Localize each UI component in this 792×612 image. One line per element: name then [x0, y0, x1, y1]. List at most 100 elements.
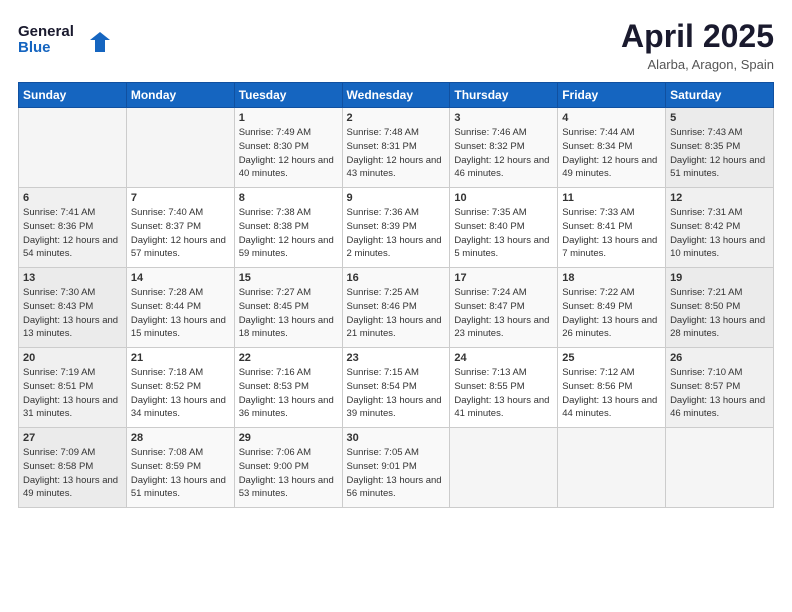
day-info: Sunrise: 7:18 AM Sunset: 8:52 PM Dayligh…: [131, 366, 230, 421]
day-info: Sunrise: 7:38 AM Sunset: 8:38 PM Dayligh…: [239, 206, 338, 261]
day-info: Sunrise: 7:31 AM Sunset: 8:42 PM Dayligh…: [670, 206, 769, 261]
title-block: April 2025 Alarba, Aragon, Spain: [621, 18, 774, 72]
page-title: April 2025: [621, 18, 774, 55]
calendar-cell: 3 Sunrise: 7:46 AM Sunset: 8:32 PM Daylig…: [450, 108, 558, 188]
col-tuesday: Tuesday: [234, 83, 342, 108]
calendar-cell: 28 Sunrise: 7:08 AM Sunset: 8:59 PM Dayli…: [126, 428, 234, 508]
page: General Blue April 2025 Alarba, Aragon, …: [0, 0, 792, 612]
day-info: Sunrise: 7:22 AM Sunset: 8:49 PM Dayligh…: [562, 286, 661, 341]
day-info: Sunrise: 7:40 AM Sunset: 8:37 PM Dayligh…: [131, 206, 230, 261]
calendar-week-1: 1 Sunrise: 7:49 AM Sunset: 8:30 PM Daylig…: [19, 108, 774, 188]
day-info: Sunrise: 7:48 AM Sunset: 8:31 PM Dayligh…: [347, 126, 446, 181]
day-info: Sunrise: 7:49 AM Sunset: 8:30 PM Dayligh…: [239, 126, 338, 181]
calendar-week-3: 13 Sunrise: 7:30 AM Sunset: 8:43 PM Dayli…: [19, 268, 774, 348]
day-number: 1: [239, 112, 338, 124]
calendar-week-2: 6 Sunrise: 7:41 AM Sunset: 8:36 PM Daylig…: [19, 188, 774, 268]
calendar-cell: 13 Sunrise: 7:30 AM Sunset: 8:43 PM Dayli…: [19, 268, 127, 348]
day-number: 17: [454, 272, 553, 284]
svg-text:General: General: [18, 23, 74, 40]
logo: General Blue: [18, 18, 118, 65]
calendar-cell: 7 Sunrise: 7:40 AM Sunset: 8:37 PM Daylig…: [126, 188, 234, 268]
calendar-cell: 10Sunrise: 7:35 AM Sunset: 8:40 PM Dayli…: [450, 188, 558, 268]
day-info: Sunrise: 7:21 AM Sunset: 8:50 PM Dayligh…: [670, 286, 769, 341]
calendar-cell: 26 Sunrise: 7:10 AM Sunset: 8:57 PM Dayli…: [666, 348, 774, 428]
day-info: Sunrise: 7:28 AM Sunset: 8:44 PM Dayligh…: [131, 286, 230, 341]
calendar-cell: 9Sunrise: 7:36 AM Sunset: 8:39 PM Daylig…: [342, 188, 450, 268]
calendar-cell: 23Sunrise: 7:15 AM Sunset: 8:54 PM Dayli…: [342, 348, 450, 428]
col-thursday: Thursday: [450, 83, 558, 108]
day-number: 3: [454, 112, 553, 124]
day-info: Sunrise: 7:43 AM Sunset: 8:35 PM Dayligh…: [670, 126, 769, 181]
day-number: 21: [131, 352, 230, 364]
calendar: Sunday Monday Tuesday Wednesday Thursday…: [18, 82, 774, 508]
calendar-cell: 16 Sunrise: 7:25 AM Sunset: 8:46 PM Dayli…: [342, 268, 450, 348]
day-info: Sunrise: 7:13 AM Sunset: 8:55 PM Dayligh…: [454, 366, 553, 421]
col-monday: Monday: [126, 83, 234, 108]
calendar-cell: 18 Sunrise: 7:22 AM Sunset: 8:49 PM Dayli…: [558, 268, 666, 348]
calendar-cell: 5 Sunrise: 7:43 AM Sunset: 8:35 PM Daylig…: [666, 108, 774, 188]
day-number: 5: [670, 112, 769, 124]
day-info: Sunrise: 7:30 AM Sunset: 8:43 PM Dayligh…: [23, 286, 122, 341]
day-info: Sunrise: 7:27 AM Sunset: 8:45 PM Dayligh…: [239, 286, 338, 341]
calendar-cell: 12 Sunrise: 7:31 AM Sunset: 8:42 PM Dayli…: [666, 188, 774, 268]
day-info: Sunrise: 7:08 AM Sunset: 8:59 PM Dayligh…: [131, 446, 230, 501]
day-info: Sunrise: 7:12 AM Sunset: 8:56 PM Dayligh…: [562, 366, 661, 421]
day-number: 16: [347, 272, 446, 284]
day-info: Sunrise: 7:16 AM Sunset: 8:53 PM Dayligh…: [239, 366, 338, 421]
calendar-week-4: 20 Sunrise: 7:19 AM Sunset: 8:51 PM Dayli…: [19, 348, 774, 428]
calendar-cell: 8 Sunrise: 7:38 AM Sunset: 8:38 PM Daylig…: [234, 188, 342, 268]
day-info: Sunrise: 7:33 AM Sunset: 8:41 PM Dayligh…: [562, 206, 661, 261]
calendar-cell: 1 Sunrise: 7:49 AM Sunset: 8:30 PM Daylig…: [234, 108, 342, 188]
day-info: Sunrise: 7:41 AM Sunset: 8:36 PM Dayligh…: [23, 206, 122, 261]
logo-icon: General Blue: [18, 18, 118, 60]
day-number: 11: [562, 192, 661, 204]
day-info: Sunrise: 7:05 AM Sunset: 9:01 PM Dayligh…: [347, 446, 446, 501]
header: General Blue April 2025 Alarba, Aragon, …: [18, 18, 774, 72]
calendar-cell: 24 Sunrise: 7:13 AM Sunset: 8:55 PM Dayli…: [450, 348, 558, 428]
day-number: 15: [239, 272, 338, 284]
day-number: 26: [670, 352, 769, 364]
day-info: Sunrise: 7:44 AM Sunset: 8:34 PM Dayligh…: [562, 126, 661, 181]
calendar-week-5: 27 Sunrise: 7:09 AM Sunset: 8:58 PM Dayli…: [19, 428, 774, 508]
calendar-cell: 30 Sunrise: 7:05 AM Sunset: 9:01 PM Dayli…: [342, 428, 450, 508]
calendar-cell: 22Sunrise: 7:16 AM Sunset: 8:53 PM Dayli…: [234, 348, 342, 428]
day-number: 10: [454, 192, 553, 204]
calendar-cell: 11 Sunrise: 7:33 AM Sunset: 8:41 PM Dayli…: [558, 188, 666, 268]
calendar-cell: [450, 428, 558, 508]
day-number: 18: [562, 272, 661, 284]
calendar-cell: 14 Sunrise: 7:28 AM Sunset: 8:44 PM Dayli…: [126, 268, 234, 348]
day-number: 12: [670, 192, 769, 204]
day-number: 28: [131, 432, 230, 444]
day-number: 7: [131, 192, 230, 204]
calendar-cell: [666, 428, 774, 508]
day-number: 27: [23, 432, 122, 444]
day-info: Sunrise: 7:19 AM Sunset: 8:51 PM Dayligh…: [23, 366, 122, 421]
day-number: 2: [347, 112, 446, 124]
day-number: 24: [454, 352, 553, 364]
logo-text: General Blue: [18, 18, 118, 65]
day-info: Sunrise: 7:09 AM Sunset: 8:58 PM Dayligh…: [23, 446, 122, 501]
day-info: Sunrise: 7:46 AM Sunset: 8:32 PM Dayligh…: [454, 126, 553, 181]
calendar-cell: 20 Sunrise: 7:19 AM Sunset: 8:51 PM Dayli…: [19, 348, 127, 428]
calendar-cell: [126, 108, 234, 188]
day-info: Sunrise: 7:15 AM Sunset: 8:54 PM Dayligh…: [347, 366, 446, 421]
calendar-cell: 17Sunrise: 7:24 AM Sunset: 8:47 PM Dayli…: [450, 268, 558, 348]
calendar-header-row: Sunday Monday Tuesday Wednesday Thursday…: [19, 83, 774, 108]
day-number: 19: [670, 272, 769, 284]
svg-text:Blue: Blue: [18, 39, 51, 56]
day-number: 9: [347, 192, 446, 204]
day-number: 20: [23, 352, 122, 364]
day-info: Sunrise: 7:10 AM Sunset: 8:57 PM Dayligh…: [670, 366, 769, 421]
day-number: 14: [131, 272, 230, 284]
day-number: 13: [23, 272, 122, 284]
day-number: 25: [562, 352, 661, 364]
day-number: 8: [239, 192, 338, 204]
calendar-cell: 6 Sunrise: 7:41 AM Sunset: 8:36 PM Daylig…: [19, 188, 127, 268]
day-number: 30: [347, 432, 446, 444]
page-subtitle: Alarba, Aragon, Spain: [621, 57, 774, 72]
day-number: 6: [23, 192, 122, 204]
calendar-cell: 19 Sunrise: 7:21 AM Sunset: 8:50 PM Dayli…: [666, 268, 774, 348]
calendar-cell: 25 Sunrise: 7:12 AM Sunset: 8:56 PM Dayli…: [558, 348, 666, 428]
day-info: Sunrise: 7:25 AM Sunset: 8:46 PM Dayligh…: [347, 286, 446, 341]
day-number: 29: [239, 432, 338, 444]
